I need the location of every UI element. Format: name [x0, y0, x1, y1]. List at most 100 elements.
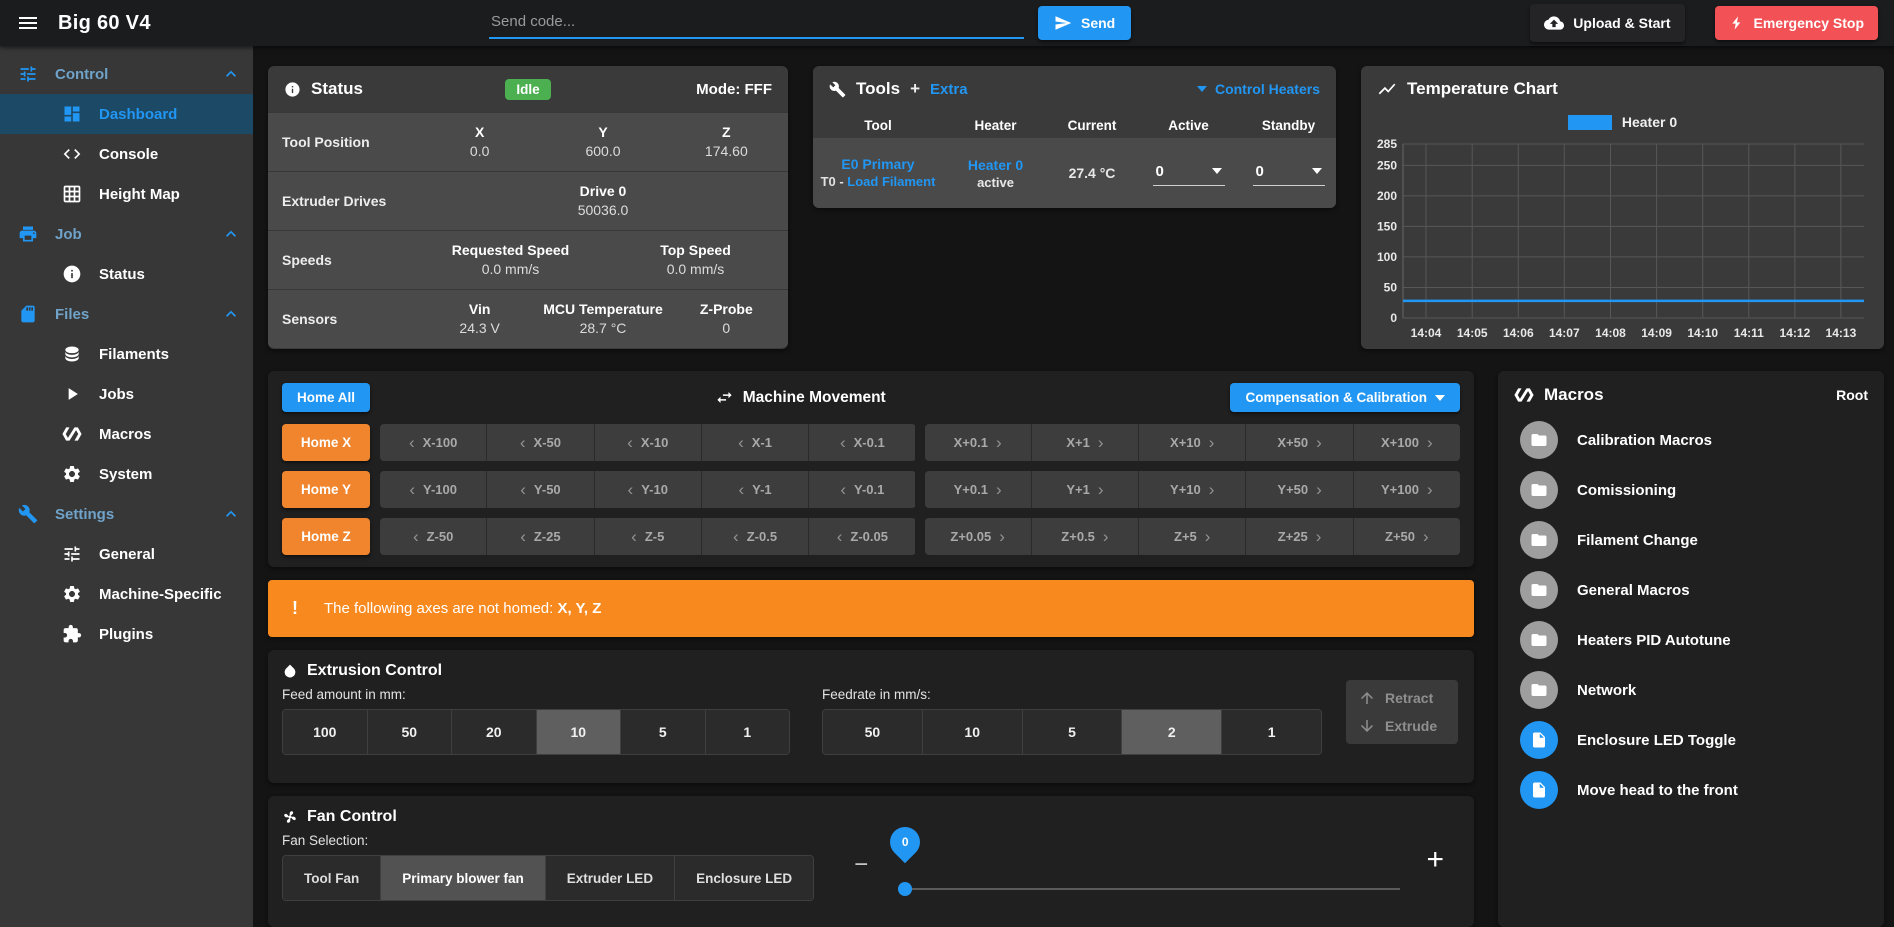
jog-button-x-10[interactable]: ‹X-10 — [594, 424, 701, 461]
sidebar-section-settings[interactable]: Settings — [0, 494, 253, 534]
feed-amount-50-button[interactable]: 50 — [367, 710, 452, 754]
sidebar-section-files[interactable]: Files — [0, 294, 253, 334]
fan-option-extruder-led[interactable]: Extruder LED — [545, 856, 674, 900]
add-tool-button[interactable]: + — [910, 79, 920, 99]
heater-name[interactable]: Heater 0 — [943, 157, 1048, 173]
jog-button-y-50[interactable]: Y+50› — [1245, 471, 1352, 508]
sidebar-item-dashboard[interactable]: Dashboard — [0, 94, 253, 134]
sidebar-item-filaments[interactable]: Filaments — [0, 334, 253, 374]
sidebar-item-macros[interactable]: Macros — [0, 414, 253, 454]
jog-button-z-5[interactable]: ‹Z-5 — [594, 518, 701, 555]
active-temp-select[interactable]: 0 — [1153, 161, 1225, 186]
jog-button-x-100[interactable]: X+100› — [1353, 424, 1460, 461]
send-code-input[interactable] — [489, 7, 1024, 39]
macro-item-move-head-to-the-front[interactable]: Move head to the front — [1514, 765, 1868, 815]
feed-amount-20-button[interactable]: 20 — [451, 710, 536, 754]
jog-button-y-1[interactable]: Y+1› — [1031, 471, 1138, 508]
jog-button-z-0-5[interactable]: Z+0.5› — [1031, 518, 1138, 555]
jog-button-z-50[interactable]: ‹Z-50 — [380, 518, 486, 555]
sidebar-item-machine-specific[interactable]: Machine-Specific — [0, 574, 253, 614]
macro-item-network[interactable]: Network — [1514, 665, 1868, 715]
sidebar-item-console[interactable]: Console — [0, 134, 253, 174]
tool-name[interactable]: E0 Primary — [813, 156, 943, 172]
chart-legend[interactable]: Heater 0 — [1361, 112, 1884, 132]
increase-icon[interactable]: + — [1426, 845, 1444, 875]
standby-temp-select[interactable]: 0 — [1253, 161, 1325, 186]
sidebar-section-control[interactable]: Control — [0, 54, 253, 94]
chevron-up-icon[interactable] — [221, 304, 241, 324]
jog-button-y-1[interactable]: ‹Y-1 — [701, 471, 808, 508]
database-icon — [62, 344, 82, 364]
fan-option-enclosure-led[interactable]: Enclosure LED — [674, 856, 813, 900]
jog-button-z-0-5[interactable]: ‹Z-0.5 — [701, 518, 808, 555]
fan-option-tool-fan[interactable]: Tool Fan — [283, 856, 380, 900]
jog-button-z-50[interactable]: Z+50› — [1353, 518, 1460, 555]
jog-button-y-10[interactable]: Y+10› — [1138, 471, 1245, 508]
macro-item-enclosure-led-toggle[interactable]: Enclosure LED Toggle — [1514, 715, 1868, 765]
macro-item-general-macros[interactable]: General Macros — [1514, 565, 1868, 615]
jog-button-z-0-05[interactable]: Z+0.05› — [925, 518, 1031, 555]
slider-value-balloon[interactable]: 0 — [884, 821, 926, 863]
sidebar-item-height-map[interactable]: Height Map — [0, 174, 253, 214]
macro-item-comissioning[interactable]: Comissioning — [1514, 465, 1868, 515]
home-y-button[interactable]: Home Y — [282, 471, 370, 508]
jog-button-x-50[interactable]: ‹X-50 — [486, 424, 593, 461]
jog-button-x-1[interactable]: X+1› — [1031, 424, 1138, 461]
jog-button-x-50[interactable]: X+50› — [1245, 424, 1352, 461]
jog-button-y-0-1[interactable]: ‹Y-0.1 — [808, 471, 915, 508]
jog-button-x-100[interactable]: ‹X-100 — [380, 424, 486, 461]
sidebar-item-system[interactable]: System — [0, 454, 253, 494]
jog-button-x-1[interactable]: ‹X-1 — [701, 424, 808, 461]
jog-button-x-10[interactable]: X+10› — [1138, 424, 1245, 461]
jog-button-y-100[interactable]: ‹Y-100 — [380, 471, 486, 508]
feedrate-2-button[interactable]: 2 — [1121, 710, 1221, 754]
sidebar-item-status[interactable]: Status — [0, 254, 253, 294]
emergency-stop-button[interactable]: Emergency Stop — [1715, 6, 1878, 40]
feed-amount-10-button[interactable]: 10 — [536, 710, 621, 754]
slider-thumb[interactable] — [898, 882, 912, 896]
load-filament-link[interactable]: Load Filament — [847, 174, 935, 189]
decrease-icon[interactable]: − — [854, 853, 868, 877]
sidebar-item-plugins[interactable]: Plugins — [0, 614, 253, 654]
feed-amount-100-button[interactable]: 100 — [283, 710, 367, 754]
upload-start-button[interactable]: Upload & Start — [1530, 4, 1684, 42]
feed-amount-5-button[interactable]: 5 — [620, 710, 705, 754]
home-z-button[interactable]: Home Z — [282, 518, 370, 555]
compensation-calibration-button[interactable]: Compensation & Calibration — [1230, 383, 1460, 412]
macro-item-calibration-macros[interactable]: Calibration Macros — [1514, 415, 1868, 465]
feedrate-1-button[interactable]: 1 — [1221, 710, 1321, 754]
jog-button-x-0-1[interactable]: ‹X-0.1 — [808, 424, 915, 461]
retract-button[interactable]: Retract — [1358, 689, 1446, 707]
jog-button-y-50[interactable]: ‹Y-50 — [486, 471, 593, 508]
macros-breadcrumb-root[interactable]: Root — [1836, 387, 1868, 403]
feed-amount-1-button[interactable]: 1 — [705, 710, 790, 754]
macro-item-heaters-pid-autotune[interactable]: Heaters PID Autotune — [1514, 615, 1868, 665]
jog-button-z-25[interactable]: Z+25› — [1245, 518, 1352, 555]
chevron-up-icon[interactable] — [221, 224, 241, 244]
sidebar-item-general[interactable]: General — [0, 534, 253, 574]
jog-button-z-5[interactable]: Z+5› — [1138, 518, 1245, 555]
extrude-button[interactable]: Extrude — [1358, 717, 1446, 735]
extra-link[interactable]: Extra — [930, 81, 968, 98]
jog-button-z-25[interactable]: ‹Z-25 — [486, 518, 593, 555]
feedrate-10-button[interactable]: 10 — [922, 710, 1022, 754]
home-all-button[interactable]: Home All — [282, 383, 370, 412]
send-button[interactable]: Send — [1038, 6, 1131, 40]
macro-item-filament-change[interactable]: Filament Change — [1514, 515, 1868, 565]
home-x-button[interactable]: Home X — [282, 424, 370, 461]
chevron-up-icon[interactable] — [221, 504, 241, 524]
jog-button-z-0-05[interactable]: ‹Z-0.05 — [808, 518, 915, 555]
feedrate-50-button[interactable]: 50 — [823, 710, 922, 754]
feedrate-5-button[interactable]: 5 — [1022, 710, 1122, 754]
sidebar-section-job[interactable]: Job — [0, 214, 253, 254]
jog-button-y-10[interactable]: ‹Y-10 — [594, 471, 701, 508]
jog-button-y-100[interactable]: Y+100› — [1353, 471, 1460, 508]
control-heaters-button[interactable]: Control Heaters — [1197, 81, 1320, 97]
chevron-up-icon[interactable] — [221, 64, 241, 84]
slider-track[interactable] — [905, 888, 1400, 890]
jog-button-y-0-1[interactable]: Y+0.1› — [925, 471, 1031, 508]
fan-option-primary-blower-fan[interactable]: Primary blower fan — [380, 856, 545, 900]
sidebar-item-jobs[interactable]: Jobs — [0, 374, 253, 414]
menu-icon[interactable] — [16, 11, 40, 35]
jog-button-x-0-1[interactable]: X+0.1› — [925, 424, 1031, 461]
